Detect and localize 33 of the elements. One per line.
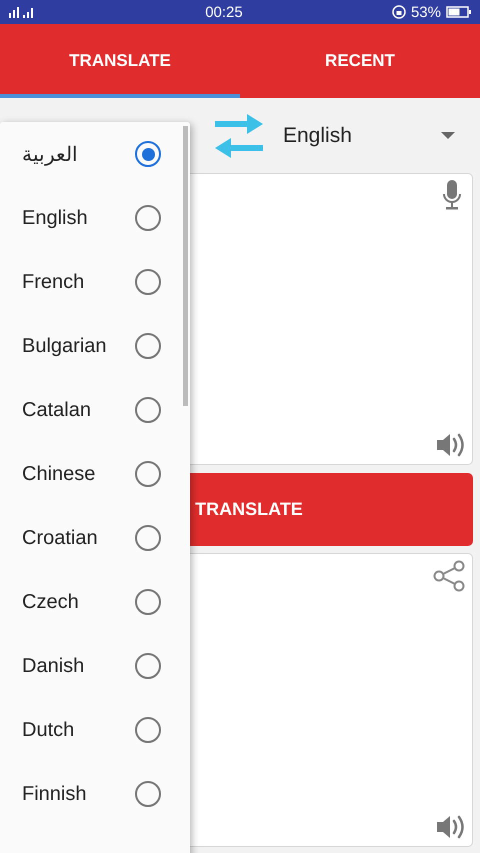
radio-button[interactable] xyxy=(135,141,161,167)
radio-button[interactable] xyxy=(135,205,161,231)
signal-icon xyxy=(8,6,36,18)
share-icon[interactable] xyxy=(432,560,466,592)
tab[interactable]: TRANSLATE xyxy=(0,24,240,98)
battery-percentage: 53% xyxy=(410,4,441,20)
language-option[interactable]: Czech xyxy=(0,570,190,634)
language-option[interactable]: Dutch xyxy=(0,698,190,762)
clock: 00:25 xyxy=(205,4,243,20)
caret-icon xyxy=(441,132,455,139)
radio-button[interactable] xyxy=(135,461,161,487)
language-option[interactable]: French xyxy=(0,250,190,314)
language-option[interactable]: Bulgarian xyxy=(0,314,190,378)
language-dropdown[interactable]: English xyxy=(283,124,473,148)
rotation-lock-icon xyxy=(392,5,406,19)
battery-icon xyxy=(446,6,472,18)
radio-button[interactable] xyxy=(135,397,161,423)
language-option[interactable]: Finnish xyxy=(0,762,190,826)
language-option[interactable]: English xyxy=(0,186,190,250)
microphone-icon[interactable] xyxy=(443,180,461,210)
radio-button[interactable] xyxy=(135,589,161,615)
language-option[interactable]: Catalan xyxy=(0,378,190,442)
tab[interactable]: RECENT xyxy=(240,24,480,98)
radio-button[interactable] xyxy=(135,525,161,551)
radio-button[interactable] xyxy=(135,781,161,807)
radio-button[interactable] xyxy=(135,653,161,679)
radio-button[interactable] xyxy=(135,333,161,359)
radio-button[interactable] xyxy=(135,717,161,743)
speaker-icon[interactable] xyxy=(436,814,466,840)
radio-button[interactable] xyxy=(135,269,161,295)
language-option[interactable]: Danish xyxy=(0,634,190,698)
speaker-icon[interactable] xyxy=(436,432,466,458)
language-option[interactable]: العربية xyxy=(0,122,190,186)
